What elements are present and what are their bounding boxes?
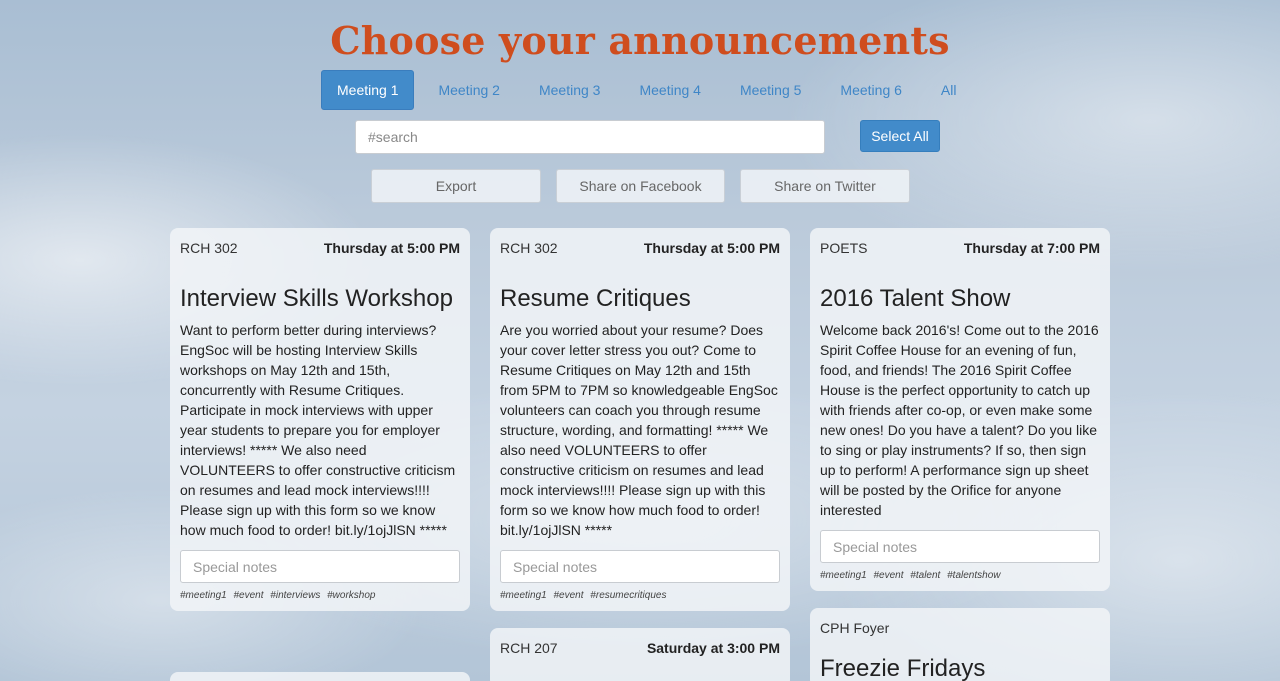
card-location: RCH 207 xyxy=(500,640,558,656)
announcement-card[interactable]: CPH Foyer Freezie Fridays xyxy=(810,608,1110,681)
tag[interactable]: #meeting1 xyxy=(820,570,867,581)
search-input[interactable] xyxy=(355,120,825,154)
card-body: Want to perform better during interviews… xyxy=(180,322,456,538)
tab-meeting-5[interactable]: Meeting 5 xyxy=(725,70,816,110)
announcement-card[interactable]: RCH 207 Saturday at 3:00 PM xyxy=(490,628,790,681)
card-location: POETS xyxy=(820,240,868,256)
tag[interactable]: #workshop xyxy=(327,590,375,601)
export-button[interactable]: Export xyxy=(371,169,541,203)
special-notes-input[interactable] xyxy=(500,550,780,583)
tag[interactable]: #talentshow xyxy=(947,570,1000,581)
announcement-card-edge xyxy=(170,672,470,681)
special-notes-input[interactable] xyxy=(180,550,460,583)
card-tags: #meeting1 #event #interviews #workshop xyxy=(180,590,460,601)
tag[interactable]: #meeting1 xyxy=(500,590,547,601)
card-time: Thursday at 7:00 PM xyxy=(963,240,1100,256)
tag[interactable]: #event xyxy=(873,570,903,581)
card-title: Resume Critiques xyxy=(500,285,691,312)
card-tags: #meeting1 #event #talent #talentshow xyxy=(820,570,1100,581)
tag[interactable]: #event xyxy=(233,590,263,601)
card-time: Thursday at 5:00 PM xyxy=(323,240,460,256)
meeting-tabs: Meeting 1 Meeting 2 Meeting 3 Meeting 4 … xyxy=(321,70,980,110)
share-twitter-button[interactable]: Share on Twitter xyxy=(740,169,910,203)
share-facebook-button[interactable]: Share on Facebook xyxy=(556,169,725,203)
select-all-button[interactable]: Select All xyxy=(860,120,940,152)
tag[interactable]: #interviews xyxy=(270,590,320,601)
card-location: CPH Foyer xyxy=(820,620,890,636)
special-notes-input[interactable] xyxy=(820,530,1100,563)
tab-meeting-2[interactable]: Meeting 2 xyxy=(423,70,514,110)
tag[interactable]: #event xyxy=(553,590,583,601)
tag[interactable]: #talent xyxy=(910,570,940,581)
card-title: Freezie Fridays xyxy=(820,655,986,681)
tab-meeting-4[interactable]: Meeting 4 xyxy=(624,70,715,110)
action-bar: Export Share on Facebook Share on Twitte… xyxy=(371,169,925,203)
tab-all[interactable]: All xyxy=(926,70,972,110)
tag[interactable]: #resumecritiques xyxy=(590,590,666,601)
tab-meeting-6[interactable]: Meeting 6 xyxy=(825,70,916,110)
announcement-card[interactable]: POETS Thursday at 7:00 PM 2016 Talent Sh… xyxy=(810,228,1110,591)
tab-meeting-3[interactable]: Meeting 3 xyxy=(524,70,615,110)
card-title: Interview Skills Workshop xyxy=(180,285,453,312)
announcement-card[interactable]: RCH 302 Thursday at 5:00 PM Interview Sk… xyxy=(170,228,470,611)
page-title: Choose your announcements xyxy=(330,18,950,63)
card-body: Are you worried about your resume? Does … xyxy=(500,322,778,538)
card-time: Thursday at 5:00 PM xyxy=(643,240,780,256)
card-body: Welcome back 2016's! Come out to the 201… xyxy=(820,322,1099,518)
card-title: 2016 Talent Show xyxy=(820,285,1011,312)
card-location: RCH 302 xyxy=(180,240,238,256)
tag[interactable]: #meeting1 xyxy=(180,590,227,601)
card-time: Saturday at 3:00 PM xyxy=(646,640,780,656)
announcement-card[interactable]: RCH 302 Thursday at 5:00 PM Resume Criti… xyxy=(490,228,790,611)
card-location: RCH 302 xyxy=(500,240,558,256)
tab-meeting-1[interactable]: Meeting 1 xyxy=(321,70,415,110)
card-tags: #meeting1 #event #resumecritiques xyxy=(500,590,780,601)
